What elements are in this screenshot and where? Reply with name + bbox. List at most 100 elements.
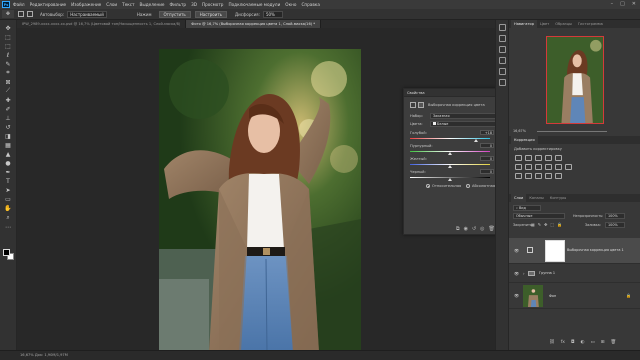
- move-icon[interactable]: ✥: [3, 24, 13, 32]
- menu-edit[interactable]: Редактирование: [30, 2, 67, 7]
- yellow-slider[interactable]: [410, 164, 490, 168]
- add-mask-icon[interactable]: ◘: [571, 340, 575, 345]
- menu-select[interactable]: Выделение: [140, 2, 165, 7]
- delete-icon[interactable]: 🗑: [489, 226, 495, 232]
- release-button[interactable]: Отпустить: [158, 10, 191, 18]
- auto-select-checkbox[interactable]: [18, 11, 24, 17]
- clip-to-layer-icon[interactable]: ⧉: [456, 226, 460, 232]
- more-tools-icon[interactable]: ⋯: [3, 223, 13, 231]
- lock-paint-icon[interactable]: ✎: [538, 222, 541, 227]
- magenta-value[interactable]: 0: [480, 143, 494, 148]
- menu-plugins[interactable]: Подключаемые модули: [228, 2, 280, 7]
- cyan-slider-handle[interactable]: [473, 139, 478, 142]
- actions-icon[interactable]: [498, 35, 506, 42]
- document-image[interactable]: [159, 49, 361, 352]
- menu-filter[interactable]: Фильтр: [170, 2, 187, 7]
- tab-swatches[interactable]: Образцы: [552, 20, 575, 28]
- navigator-preview[interactable]: [546, 36, 604, 124]
- hand-icon[interactable]: ✋: [3, 205, 13, 213]
- minimize-button[interactable]: –: [611, 1, 614, 7]
- menu-layers[interactable]: Слои: [106, 2, 117, 7]
- pen-icon[interactable]: ✒: [3, 169, 13, 177]
- layer-background[interactable]: 👁 Фон 🔒: [509, 283, 640, 309]
- maximize-button[interactable]: □: [620, 1, 625, 7]
- layer-name[interactable]: Группа 1: [539, 271, 555, 275]
- close-button[interactable]: ✕: [632, 1, 636, 7]
- menu-window[interactable]: Окно: [285, 2, 296, 7]
- menu-help[interactable]: Справка: [301, 2, 319, 7]
- tab-navigator[interactable]: Навигатор: [511, 20, 538, 28]
- black-value[interactable]: 0: [480, 169, 494, 174]
- eye-icon[interactable]: 👁: [514, 248, 519, 253]
- fill-field[interactable]: 100%: [605, 222, 625, 228]
- levels-icon[interactable]: [525, 155, 532, 161]
- character-icon[interactable]: [498, 46, 506, 53]
- frame-icon[interactable]: ⊠: [3, 78, 13, 86]
- path-select-icon[interactable]: ➤: [3, 187, 13, 195]
- relative-radio[interactable]: [426, 184, 430, 188]
- tab-channels[interactable]: Каналы: [526, 194, 546, 202]
- lock-position-icon[interactable]: ✥: [544, 222, 547, 227]
- reset-icon[interactable]: ↺: [472, 226, 476, 232]
- brightness-icon[interactable]: [515, 155, 522, 161]
- new-layer-icon[interactable]: ⊞: [601, 340, 605, 345]
- absolute-radio[interactable]: [466, 184, 470, 188]
- zoom-icon[interactable]: ⌕: [3, 214, 13, 222]
- menu-file[interactable]: Файл: [13, 2, 25, 7]
- photo-filter-icon[interactable]: [545, 164, 552, 170]
- tab-histogram[interactable]: Гистограмма: [575, 20, 606, 28]
- shape-icon[interactable]: ▭: [3, 196, 13, 204]
- libraries-icon[interactable]: [498, 79, 506, 86]
- tab-document-1[interactable]: IPW_2989-xxxx-xxxx-xx.psd @ 16,7% (Цвето…: [17, 20, 187, 28]
- menu-view[interactable]: Просмотр: [202, 2, 224, 7]
- info-icon[interactable]: [498, 68, 506, 75]
- tab-document-2[interactable]: Фото @ 16,7% (Выборочная коррекция цвета…: [186, 20, 322, 28]
- paragraph-icon[interactable]: [498, 57, 506, 64]
- exposure-icon[interactable]: [545, 155, 552, 161]
- color-lookup-icon[interactable]: [565, 164, 572, 170]
- layer-filter-dropdown[interactable]: ⌕ Вид: [513, 205, 541, 211]
- clone-stamp-icon[interactable]: ⊥: [3, 114, 13, 122]
- blend-mode-dropdown[interactable]: Обычные: [513, 213, 565, 219]
- auto-select-dropdown[interactable]: Настраиваемый: [67, 10, 107, 18]
- adjust-button[interactable]: Настроить: [194, 10, 228, 18]
- visibility-icon[interactable]: ◎: [480, 226, 484, 232]
- tab-color[interactable]: Цвет: [537, 20, 552, 28]
- tab-adjustments[interactable]: Коррекция: [511, 136, 538, 144]
- colors-dropdown[interactable]: Белые: [430, 121, 502, 127]
- layer-mask-thumbnail[interactable]: [545, 240, 565, 262]
- preset-dropdown[interactable]: Заказная: [430, 113, 502, 119]
- new-adjustment-icon[interactable]: ◐: [581, 340, 585, 345]
- new-group-icon[interactable]: ▭: [590, 340, 594, 345]
- crop-icon[interactable]: ⌗: [3, 69, 13, 77]
- menu-3d[interactable]: 3D: [191, 2, 197, 7]
- layer-group-1[interactable]: 👁 › Группа 1: [509, 264, 640, 283]
- blur-icon[interactable]: ▲: [3, 151, 13, 159]
- gradient-icon[interactable]: ▦: [3, 142, 13, 150]
- type-icon[interactable]: T: [3, 178, 13, 186]
- mask-icon[interactable]: [418, 102, 424, 108]
- invert-icon[interactable]: [515, 173, 522, 179]
- dodge-icon[interactable]: ●: [3, 160, 13, 168]
- menu-image[interactable]: Изображение: [71, 2, 101, 7]
- quick-select-icon[interactable]: ✎: [3, 60, 13, 68]
- black-slider-handle[interactable]: [448, 178, 452, 181]
- history-brush-icon[interactable]: ↺: [3, 124, 13, 132]
- menu-type[interactable]: Текст: [122, 2, 134, 7]
- posterize-icon[interactable]: [525, 173, 532, 179]
- trash-icon[interactable]: 🗑: [611, 340, 617, 345]
- channel-mixer-icon[interactable]: [555, 164, 562, 170]
- extra-field[interactable]: 50%: [262, 10, 283, 18]
- cyan-value[interactable]: +18: [480, 130, 494, 135]
- artboard-icon[interactable]: ⬚: [3, 33, 13, 41]
- fx-icon[interactable]: fx: [561, 340, 565, 345]
- lock-artboard-icon[interactable]: ⬚: [551, 222, 555, 227]
- yellow-slider-handle[interactable]: [448, 165, 452, 168]
- view-previous-icon[interactable]: ◉: [464, 226, 468, 232]
- move-tool-icon[interactable]: ✥: [2, 10, 14, 18]
- lasso-icon[interactable]: ℓ: [3, 51, 13, 59]
- healing-icon[interactable]: ✚: [3, 96, 13, 104]
- tab-layers[interactable]: Слои: [511, 194, 527, 202]
- link-icon[interactable]: ⛓: [549, 340, 555, 345]
- curves-icon[interactable]: [535, 155, 542, 161]
